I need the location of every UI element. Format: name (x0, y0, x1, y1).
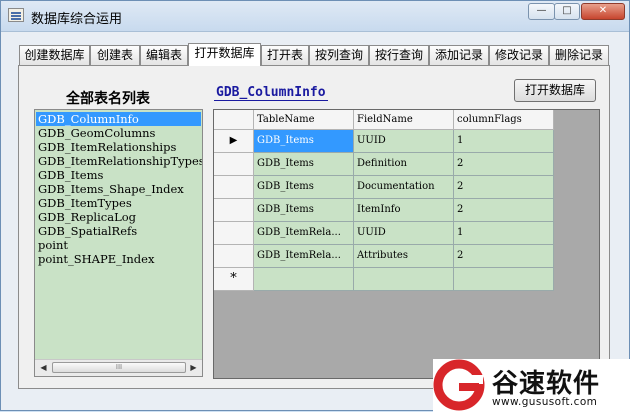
grid-cell[interactable]: GDB_Items (254, 130, 354, 153)
grid-cell[interactable]: Definition (354, 153, 454, 176)
app-icon (8, 8, 24, 22)
tab-create-table[interactable]: 创建表 (90, 45, 140, 65)
grid-cell[interactable]: UUID (354, 130, 454, 153)
grid-new-cell[interactable] (354, 268, 454, 291)
tab-modify-record[interactable]: 修改记录 (489, 45, 549, 65)
tab-open-table[interactable]: 打开表 (261, 45, 309, 65)
selected-table-name: GDB_ColumnInfo (214, 85, 328, 101)
grid-cell[interactable]: Documentation (354, 176, 454, 199)
grid-cell[interactable]: GDB_Items (254, 176, 354, 199)
list-item[interactable]: GDB_ReplicaLog (38, 210, 136, 224)
table-list-title: 全部表名列表 (66, 91, 150, 107)
list-item[interactable]: GDB_Items_Shape_Index (38, 182, 184, 196)
watermark-logo: 谷速软件 www.gususoft.com (433, 359, 630, 412)
grid-cell[interactable]: 2 (454, 199, 554, 222)
list-item[interactable]: point_SHAPE_Index (38, 252, 154, 266)
column-header[interactable]: FieldName (354, 110, 454, 130)
row-header[interactable] (214, 222, 254, 245)
open-database-button[interactable]: 打开数据库 (514, 79, 596, 102)
app-window: 数据库综合运用 — □ ✕ 创建数据库 创建表 编辑表 打开数据库 打开表 按列… (0, 0, 630, 412)
minimize-button[interactable]: — (528, 3, 555, 20)
row-header[interactable] (214, 153, 254, 176)
gususoft-logo-icon (433, 359, 485, 411)
list-item[interactable]: GDB_ColumnInfo (36, 112, 201, 126)
row-header[interactable] (214, 199, 254, 222)
grid-cell[interactable]: GDB_Items (254, 153, 354, 176)
watermark-name: 谷速软件 (492, 369, 601, 399)
grid-new-cell[interactable] (454, 268, 554, 291)
grid-cell[interactable]: GDB_Items (254, 199, 354, 222)
scroll-thumb[interactable]: III (52, 362, 186, 373)
table-list[interactable]: GDB_ColumnInfo GDB_GeomColumns GDB_ItemR… (34, 109, 203, 377)
window-title: 数据库综合运用 (31, 12, 123, 27)
column-header[interactable]: TableName (254, 110, 354, 130)
tab-query-by-row[interactable]: 按行查询 (369, 45, 429, 65)
tab-edit-table[interactable]: 编辑表 (140, 45, 188, 65)
scroll-left-icon[interactable]: ◀ (36, 361, 51, 375)
grid-corner-header (214, 110, 254, 130)
data-grid[interactable]: TableName FieldName columnFlags ▶ GDB_It… (213, 109, 600, 379)
scroll-right-icon[interactable]: ▶ (186, 361, 201, 375)
watermark-url: www.gususoft.com (492, 396, 598, 408)
tab-create-database[interactable]: 创建数据库 (19, 45, 90, 65)
column-header[interactable]: columnFlags (454, 110, 554, 130)
row-header[interactable] (214, 245, 254, 268)
grid-cell[interactable]: 1 (454, 130, 554, 153)
grid-cell[interactable]: ItemInfo (354, 199, 454, 222)
maximize-button[interactable]: □ (554, 3, 580, 20)
list-item[interactable]: GDB_Items (38, 168, 103, 182)
tab-query-by-column[interactable]: 按列查询 (309, 45, 369, 65)
close-button[interactable]: ✕ (581, 3, 625, 20)
grid-cell[interactable]: 2 (454, 176, 554, 199)
tab-delete-record[interactable]: 删除记录 (549, 45, 609, 65)
list-item[interactable]: point (38, 238, 68, 252)
grid-cell[interactable]: 2 (454, 153, 554, 176)
row-header[interactable] (214, 176, 254, 199)
current-row-indicator-icon[interactable]: ▶ (214, 130, 254, 153)
grid-cell[interactable]: GDB_ItemRela... (254, 222, 354, 245)
grid-cell[interactable]: 1 (454, 222, 554, 245)
grid-new-cell[interactable] (254, 268, 354, 291)
tab-add-record[interactable]: 添加记录 (429, 45, 489, 65)
grid-cell[interactable]: UUID (354, 222, 454, 245)
grid-cell[interactable]: 2 (454, 245, 554, 268)
title-bar[interactable]: 数据库综合运用 — □ ✕ (1, 1, 629, 32)
list-item[interactable]: GDB_ItemRelationships (38, 140, 176, 154)
grid-cell[interactable]: Attributes (354, 245, 454, 268)
list-item[interactable]: GDB_GeomColumns (38, 126, 155, 140)
list-item[interactable]: GDB_SpatialRefs (38, 224, 137, 238)
list-item[interactable]: GDB_ItemTypes (38, 196, 132, 210)
tab-open-database[interactable]: 打开数据库 (188, 43, 261, 66)
new-row-asterisk-icon[interactable]: * (214, 268, 254, 291)
list-item[interactable]: GDB_ItemRelationshipTypes (38, 154, 202, 168)
list-horizontal-scrollbar[interactable]: ◀ III ▶ (35, 359, 202, 376)
grid-cell[interactable]: GDB_ItemRela... (254, 245, 354, 268)
